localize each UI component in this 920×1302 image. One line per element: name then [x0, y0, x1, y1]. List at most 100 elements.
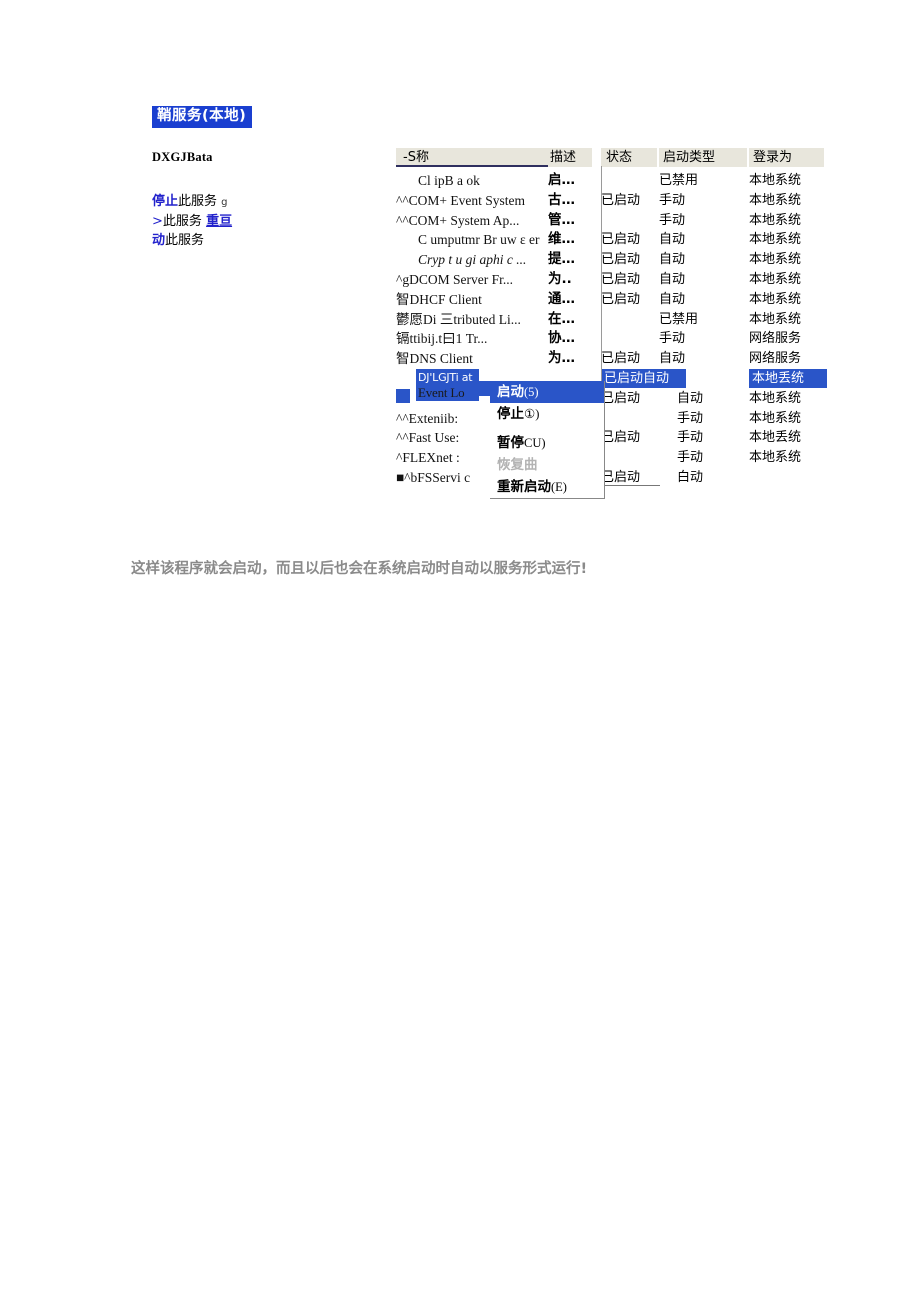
cell-status: 已启动: [601, 232, 641, 248]
table-row[interactable]: 已启动 自动 本地系统: [396, 389, 824, 409]
cell-log-on-as: 本地系统: [749, 232, 802, 248]
menu-item-重新启动[interactable]: 重新启动(E): [490, 476, 604, 498]
stop-service-link-label: 停止: [152, 194, 179, 209]
cell-service-name: 智DNS Client: [396, 351, 473, 367]
table-row[interactable]: ^^Fast Use: 已启动 手动 本地丢统: [396, 428, 824, 448]
cell-startup-type: 自动: [659, 232, 686, 248]
cell-description: 维…: [548, 231, 575, 248]
services-list-panel[interactable]: -S称 描述 状态 启动类型 登录为 Cl ipB a ok 启… 已禁用 本地系统 ^…: [396, 148, 827, 488]
cell-startup-type: 手动: [677, 430, 704, 446]
cell-service-name: 鬱愿Di 三tributed Li...: [396, 311, 521, 327]
cell-log-on-as: 网络服务: [749, 331, 802, 347]
menu-item-恢复曲: 恢复曲: [490, 454, 604, 476]
table-row[interactable]: 镉ttibij.t曰1 Tr... 协… 手动 网络服务: [396, 329, 824, 349]
cell-description: 古…: [548, 191, 575, 208]
menu-item-暂停[interactable]: 暂停CU): [490, 432, 604, 454]
table-row[interactable]: ^^COM+ Event System 古… 已启动 手动 本地系统: [396, 191, 824, 211]
cell-status: 已启动: [601, 192, 641, 208]
stop-service-link[interactable]: 停止此服务 g: [152, 193, 382, 212]
cell-log-on-as: 本地系统: [749, 173, 802, 188]
table-row[interactable]: ^^COM+ System Ap... 管… 手动 本地系统: [396, 211, 824, 231]
start-service-link[interactable]: 动此服务: [152, 232, 382, 250]
cell-startup-type: 自动: [659, 252, 686, 268]
cell-service-name: 智DHCF Client: [396, 291, 482, 307]
cell-description: 管…: [548, 211, 575, 228]
pause-service-link[interactable]: >此服务 重亘: [152, 213, 382, 231]
cell-status: [601, 310, 659, 329]
start-service-link-rest: 此服务: [165, 233, 205, 248]
cell-log-on-as: 本地系统: [749, 450, 802, 466]
menu-item-label: 停止: [497, 406, 524, 422]
cell-log-on-as: 本地系统: [749, 410, 802, 426]
cell-startup-type: 手动: [677, 410, 704, 426]
cell-status: [601, 171, 659, 190]
cell-startup-type: 已禁用: [659, 173, 699, 188]
cell-status: 已启动: [601, 351, 641, 367]
cell-startup-type: 手动: [659, 331, 686, 347]
table-header-row: -S称 描述 状态 启动类型 登录为: [396, 148, 824, 167]
table-row[interactable]: C umputmr Br uw ε er 维… 已启动 自动 本地系统: [396, 230, 824, 250]
menu-separator: [490, 425, 604, 432]
table-row[interactable]: Cl ipB a ok 启… 已禁用 本地系统: [396, 171, 824, 191]
table-row[interactable]: 智DNS Client 为… 已启动 自动 网络服务: [396, 349, 824, 369]
cell-service-name: ^^COM+ System Ap...: [396, 212, 520, 228]
cell-startup-type: 自动: [659, 271, 686, 287]
cell-status-startup-selected: 已启动自动: [601, 368, 686, 388]
cell-startup-type: 自动: [659, 351, 686, 367]
menu-item-accelerator: ①): [524, 407, 540, 421]
cell-log-on-as: 本地系统: [749, 271, 802, 287]
service-context-menu[interactable]: 启动(5) 停止①) 暂停CU) 恢复曲 重新启动(E): [490, 381, 605, 499]
cell-description: 协…: [548, 330, 575, 347]
cell-status: [601, 448, 659, 467]
cell-status: [601, 409, 659, 428]
cell-log-on-as: 本地系统: [749, 291, 802, 307]
cell-log-on-as: 本地系统: [749, 192, 802, 208]
cell-description: 通…: [548, 290, 575, 307]
table-row[interactable]: ^FLEXnet : 手动 本地系统: [396, 448, 824, 468]
column-header-log-on-as[interactable]: 登录为: [749, 148, 824, 167]
stop-service-link-rest: 此服务: [178, 194, 218, 209]
cell-status: [601, 329, 659, 348]
cell-description: 为…: [548, 350, 575, 367]
cell-status: 已启动: [601, 390, 641, 406]
cell-service-name: Cl ipB a ok: [418, 173, 480, 188]
cell-log-on-as: 本地系统: [749, 311, 802, 327]
menu-item-accelerator: (5): [524, 385, 539, 399]
table-row[interactable]: ^gDCOM Server Fr... 为.. 已启动 自动 本地系统: [396, 270, 824, 290]
table-row[interactable]: DJ'LGJTi at Event Lo 已启动自动 本地丢统: [396, 368, 827, 403]
pause-service-link-rest: 此服务: [162, 214, 202, 229]
cell-status: [601, 211, 659, 230]
window-title-chip: 鞘服务(本地): [152, 106, 253, 128]
menu-item-停止[interactable]: 停止①): [490, 403, 604, 425]
context-menu-anchor-marker: [479, 381, 490, 396]
cell-service-name: C umputmr Br uw ε er: [418, 232, 540, 248]
menu-item-label: 暂停: [497, 435, 524, 451]
table-row[interactable]: ^^Exteniib: 手动 本地系统: [396, 409, 824, 429]
menu-item-启动[interactable]: 启动(5): [490, 381, 604, 403]
cell-startup-type: 自动: [659, 291, 686, 307]
cell-log-on-as: 本地丢统: [749, 430, 802, 446]
cell-log-on-as: 本地丢统: [749, 368, 827, 388]
cell-log-on-as: [749, 468, 827, 487]
cell-service-name: Cryp t u gi aphi c ...: [418, 252, 527, 268]
cell-service-name: ^^COM+ Event System: [396, 192, 526, 208]
cell-service-name: ^gDCOM Server Fr...: [396, 271, 513, 287]
restart-service-link-label[interactable]: 重亘: [206, 214, 232, 229]
cell-status: 已启动: [601, 291, 641, 307]
cell-startup-type: 手动: [677, 450, 704, 466]
cell-startup-type: 手动: [659, 192, 686, 208]
cell-service-name: 镉ttibij.t曰1 Tr...: [396, 331, 488, 347]
cell-log-on-as: 网络服务: [749, 351, 802, 367]
column-header-startup-type[interactable]: 启动类型: [659, 148, 747, 167]
table-row[interactable]: 智DHCF Client 通… 已启动 自动 本地系统: [396, 290, 824, 310]
column-header-status[interactable]: 状态: [601, 148, 657, 167]
table-row[interactable]: Cryp t u gi aphi c ... 提… 已启动 自动 本地系统: [396, 250, 824, 270]
table-row[interactable]: 鬱愿Di 三tributed Li... 在… 已禁用 本地系统: [396, 310, 824, 330]
cell-description: 在…: [548, 310, 575, 327]
caption-text: 这样该程序就会启动，而且以后也会在系统启动时自动以服务形式运行!: [131, 561, 588, 577]
column-header-description[interactable]: 描述: [548, 148, 592, 167]
cell-log-on-as: 本地系统: [749, 212, 802, 228]
column-header-name[interactable]: -S称: [396, 148, 548, 167]
cell-description: 提…: [548, 251, 575, 268]
services-rows-container[interactable]: Cl ipB a ok 启… 已禁用 本地系统 ^^COM+ Event System 古…: [396, 171, 827, 488]
